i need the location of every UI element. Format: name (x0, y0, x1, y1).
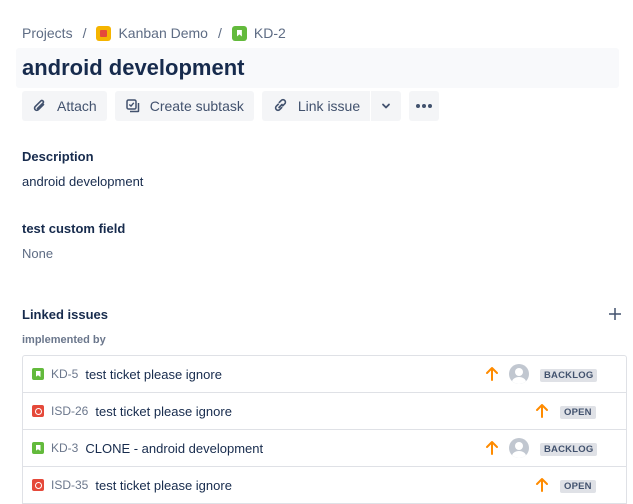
issue-summary[interactable]: test ticket please ignore (85, 367, 222, 382)
issue-summary[interactable]: test ticket please ignore (95, 404, 232, 419)
attach-button[interactable]: Attach (22, 91, 107, 121)
story-type-icon (32, 442, 44, 454)
breadcrumb-project-link[interactable]: Kanban Demo (118, 25, 208, 41)
linked-issues-heading: Linked issues (22, 307, 108, 322)
story-type-icon (231, 25, 247, 41)
priority-high-icon (486, 441, 498, 455)
priority-high-icon (536, 478, 548, 492)
status-badge: OPEN (560, 480, 596, 493)
breadcrumb-projects-link[interactable]: Projects (22, 25, 73, 41)
linked-issue-row[interactable]: KD-3 CLONE - android development BACKLOG (23, 430, 626, 467)
issue-key[interactable]: KD-5 (51, 367, 78, 381)
breadcrumb-separator: / (82, 25, 87, 41)
create-subtask-button[interactable]: Create subtask (114, 91, 254, 121)
status-badge: BACKLOG (540, 443, 598, 456)
linked-issue-row[interactable]: KD-5 test ticket please ignore BACKLOG (23, 356, 626, 393)
link-issue-button[interactable]: Link issue (261, 91, 371, 121)
status-badge: OPEN (560, 406, 596, 419)
add-linked-issue-button[interactable] (607, 306, 623, 322)
issue-key[interactable]: ISD-35 (51, 478, 88, 492)
issue-toolbar: Attach Create subtask Link issue (22, 91, 440, 121)
project-avatar-icon (96, 25, 112, 41)
link-icon (274, 98, 286, 112)
issue-summary[interactable]: test ticket please ignore (95, 478, 232, 493)
description-label: Description (22, 149, 94, 164)
breadcrumb-separator: / (217, 25, 222, 41)
linked-issue-row[interactable]: ISD-35 test ticket please ignore OPEN (23, 467, 626, 504)
link-relation-label: implemented by (22, 334, 106, 346)
description-value[interactable]: android development (22, 174, 143, 189)
link-issue-label: Link issue (297, 98, 361, 114)
link-issue-group: Link issue (261, 91, 402, 121)
breadcrumb-issue-key-link[interactable]: KD-2 (254, 25, 286, 41)
assignee-avatar[interactable] (509, 364, 529, 384)
plus-icon (609, 308, 621, 320)
linked-issue-row[interactable]: ISD-26 test ticket please ignore OPEN (23, 393, 626, 430)
linked-issues-list: KD-5 test ticket please ignore BACKLOG I… (22, 355, 627, 504)
priority-high-icon (486, 367, 498, 381)
bug-type-icon (32, 479, 44, 491)
create-subtask-label: Create subtask (149, 98, 244, 114)
issue-key[interactable]: ISD-26 (51, 404, 88, 418)
attach-label: Attach (57, 98, 97, 114)
paperclip-icon (33, 99, 45, 112)
chevron-down-icon (382, 103, 391, 109)
more-actions-button[interactable] (409, 91, 440, 121)
assignee-avatar[interactable] (509, 438, 529, 458)
story-type-icon (32, 368, 44, 380)
more-icon (416, 104, 433, 108)
breadcrumb: Projects / Kanban Demo / KD-2 (22, 24, 286, 42)
issue-key[interactable]: KD-3 (51, 441, 78, 455)
custom-field-label: test custom field (22, 221, 126, 236)
status-badge: BACKLOG (540, 369, 598, 382)
bug-type-icon (32, 405, 44, 417)
issue-title: android development (22, 55, 245, 80)
priority-high-icon (536, 404, 548, 418)
subtask-icon (125, 99, 139, 113)
link-issue-dropdown-button[interactable] (371, 91, 402, 121)
custom-field-value[interactable]: None (22, 246, 53, 261)
issue-title-field[interactable]: android development (16, 48, 619, 88)
issue-summary[interactable]: CLONE - android development (85, 441, 263, 456)
